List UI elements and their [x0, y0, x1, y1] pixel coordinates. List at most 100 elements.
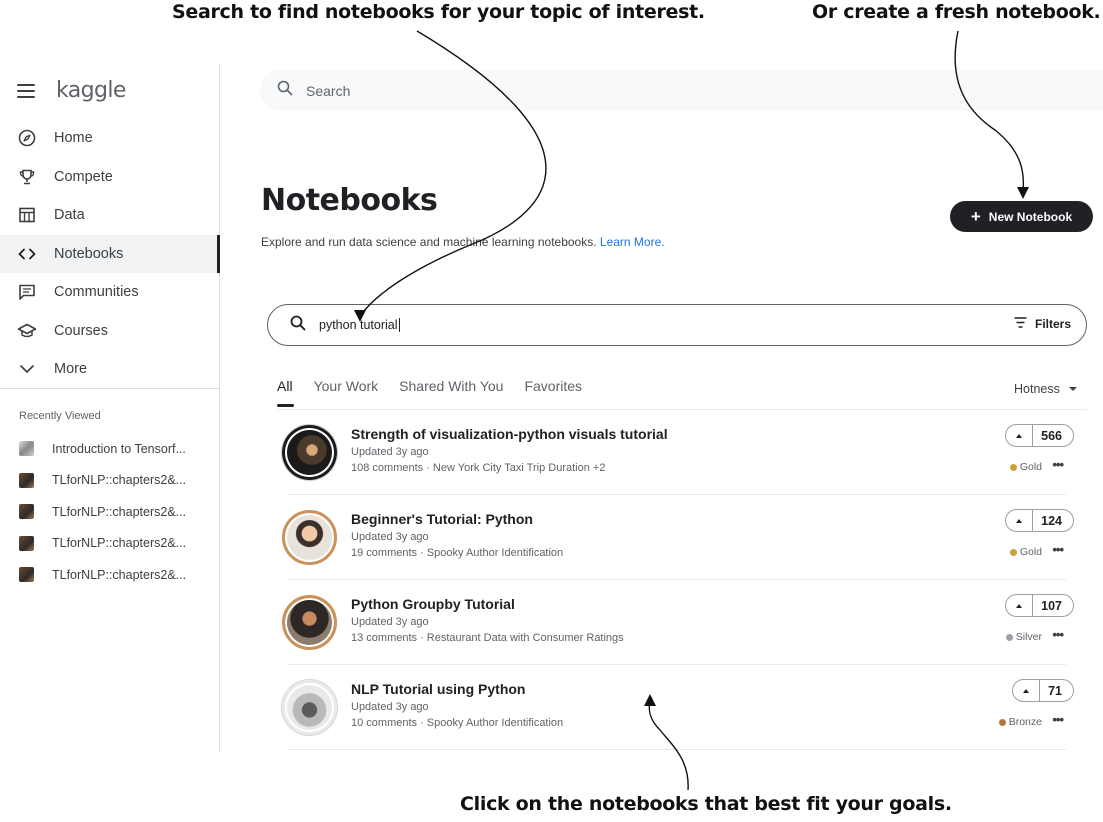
- avatar[interactable]: [282, 425, 337, 480]
- avatar[interactable]: [282, 510, 337, 565]
- tab-favorites[interactable]: Favorites: [524, 378, 582, 404]
- filters-label: Filters: [1034, 317, 1071, 331]
- new-notebook-label: New Notebook: [988, 209, 1073, 224]
- avatar[interactable]: [282, 595, 337, 650]
- medal-icon: [1009, 548, 1017, 556]
- sidebar-item-more[interactable]: More: [0, 350, 220, 389]
- upvote-button[interactable]: 124: [1005, 509, 1074, 532]
- compass-icon: [17, 128, 37, 148]
- notebook-updated: Updated 3y ago: [351, 531, 429, 543]
- sidebar-item-notebooks[interactable]: Notebooks: [0, 234, 220, 273]
- notebook-list: Strength of visualization-python visuals…: [278, 410, 1078, 750]
- vote-count: 124: [1041, 513, 1062, 528]
- sort-label: Hotness: [1014, 382, 1060, 396]
- notebook-thumbnail: [19, 472, 34, 488]
- medal-icon: [1005, 633, 1013, 641]
- medal-icon: [998, 718, 1006, 726]
- sidebar-item-compete[interactable]: Compete: [0, 158, 220, 197]
- recent-item[interactable]: TLforNLP::chapters2&...: [19, 528, 186, 560]
- notebook-updated: Updated 3y ago: [351, 701, 429, 713]
- caret-down-icon: [1068, 387, 1077, 391]
- trophy-icon: [17, 167, 37, 187]
- filters-button[interactable]: Filters: [1014, 317, 1071, 331]
- sidebar-item-data[interactable]: Data: [0, 196, 220, 235]
- upvote-arrow-icon: [1006, 510, 1034, 531]
- recent-item-label: TLforNLP::chapters2&...: [52, 504, 187, 519]
- medal-icon: [1009, 463, 1017, 471]
- sidebar-item-label: Compete: [54, 168, 113, 185]
- tab-all[interactable]: All: [277, 378, 294, 407]
- upvote-button[interactable]: 71: [1012, 679, 1074, 702]
- filter-icon: [1014, 317, 1027, 331]
- notebook-meta: 10 comments · Spooky Author Identificati…: [351, 717, 564, 729]
- hamburger-menu-icon[interactable]: [17, 83, 35, 98]
- notebook-row[interactable]: Beginner's Tutorial: Python Updated 3y a…: [278, 495, 1078, 580]
- page-title: Notebooks: [261, 183, 438, 218]
- notebook-title[interactable]: Strength of visualization-python visuals…: [351, 426, 668, 442]
- arrow-head: [1017, 187, 1029, 199]
- search-query: python tutorial: [319, 317, 400, 333]
- comment-icon: [17, 282, 37, 302]
- recent-item[interactable]: TLforNLP::chapters2&...: [19, 559, 186, 591]
- new-notebook-button[interactable]: + New Notebook: [950, 201, 1093, 232]
- notebook-title[interactable]: Beginner's Tutorial: Python: [351, 511, 563, 527]
- sidebar-item-label: Courses: [54, 322, 108, 339]
- page-subtitle: Explore and run data science and machine…: [261, 235, 665, 249]
- callout-search: Search to find notebooks for your topic …: [172, 1, 705, 23]
- text-cursor: [398, 318, 400, 333]
- kaggle-logo[interactable]: kaggle: [56, 78, 126, 103]
- sidebar-item-label: Data: [54, 207, 85, 224]
- sidebar-item-label: Notebooks: [54, 245, 124, 262]
- notebook-thumbnail: [19, 441, 34, 457]
- notebook-meta: 108 comments · New York City Taxi Trip D…: [351, 462, 606, 474]
- notebook-row[interactable]: Python Groupby Tutorial Updated 3y ago 1…: [278, 580, 1078, 665]
- recent-item-label: TLforNLP::chapters2&...: [52, 473, 187, 488]
- sidebar-item-communities[interactable]: Communities: [0, 273, 220, 312]
- sort-dropdown[interactable]: Hotness: [1014, 382, 1077, 396]
- sidebar-item-courses[interactable]: Courses: [0, 312, 220, 351]
- medal-badge: Gold: [1009, 461, 1042, 473]
- search-placeholder: Search: [306, 82, 351, 99]
- avatar[interactable]: [282, 680, 337, 735]
- notebook-row[interactable]: Strength of visualization-python visuals…: [278, 410, 1078, 495]
- notebook-updated: Updated 3y ago: [351, 616, 429, 628]
- callout-click: Click on the notebooks that best fit you…: [460, 793, 952, 815]
- sidebar-item-label: Communities: [54, 284, 139, 301]
- upvote-button[interactable]: 566: [1005, 424, 1074, 447]
- more-options-icon[interactable]: •••: [1052, 712, 1064, 727]
- recent-item[interactable]: Introduction to Tensorf...: [19, 433, 186, 465]
- notebook-title[interactable]: Python Groupby Tutorial: [351, 596, 624, 612]
- notebook-meta: 13 comments · Restaurant Data with Consu…: [351, 632, 624, 644]
- more-options-icon[interactable]: •••: [1052, 542, 1064, 557]
- medal-badge: Gold: [1009, 546, 1042, 558]
- recent-item-label: TLforNLP::chapters2&...: [52, 536, 187, 551]
- upvote-arrow-icon: [1013, 680, 1041, 701]
- learn-more-link[interactable]: Learn More.: [600, 235, 665, 249]
- search-icon: [290, 315, 306, 336]
- more-options-icon[interactable]: •••: [1052, 457, 1064, 472]
- notebook-search-input[interactable]: python tutorial Filters: [267, 304, 1087, 346]
- site-search-input[interactable]: Search: [260, 70, 1103, 111]
- notebook-thumbnail: [19, 567, 34, 583]
- sidebar-item-label: More: [54, 361, 88, 378]
- upvote-arrow-icon: [1006, 595, 1034, 616]
- sidebar-item-home[interactable]: Home: [0, 119, 220, 158]
- tab-shared-with-you[interactable]: Shared With You: [399, 378, 503, 404]
- arrow-to-new-notebook: [954, 30, 1025, 192]
- notebook-row[interactable]: NLP Tutorial using Python Updated 3y ago…: [278, 665, 1078, 750]
- vote-count: 71: [1048, 683, 1062, 698]
- vote-count: 107: [1041, 598, 1062, 613]
- recently-viewed-list: Introduction to Tensorf... TLforNLP::cha…: [19, 433, 186, 591]
- plus-icon: +: [970, 207, 981, 226]
- brand: kaggle: [17, 78, 126, 103]
- recent-item[interactable]: TLforNLP::chapters2&...: [19, 496, 186, 528]
- more-options-icon[interactable]: •••: [1052, 627, 1064, 642]
- notebook-tabs: All Your Work Shared With You Favorites: [277, 378, 603, 407]
- notebook-title[interactable]: NLP Tutorial using Python: [351, 681, 563, 697]
- sidebar: kaggle Home Compete Data Notebooks Commu…: [0, 64, 220, 752]
- table-icon: [17, 205, 37, 225]
- tab-your-work[interactable]: Your Work: [314, 378, 379, 404]
- upvote-button[interactable]: 107: [1005, 594, 1074, 617]
- search-icon: [277, 80, 293, 101]
- recent-item[interactable]: TLforNLP::chapters2&...: [19, 465, 186, 497]
